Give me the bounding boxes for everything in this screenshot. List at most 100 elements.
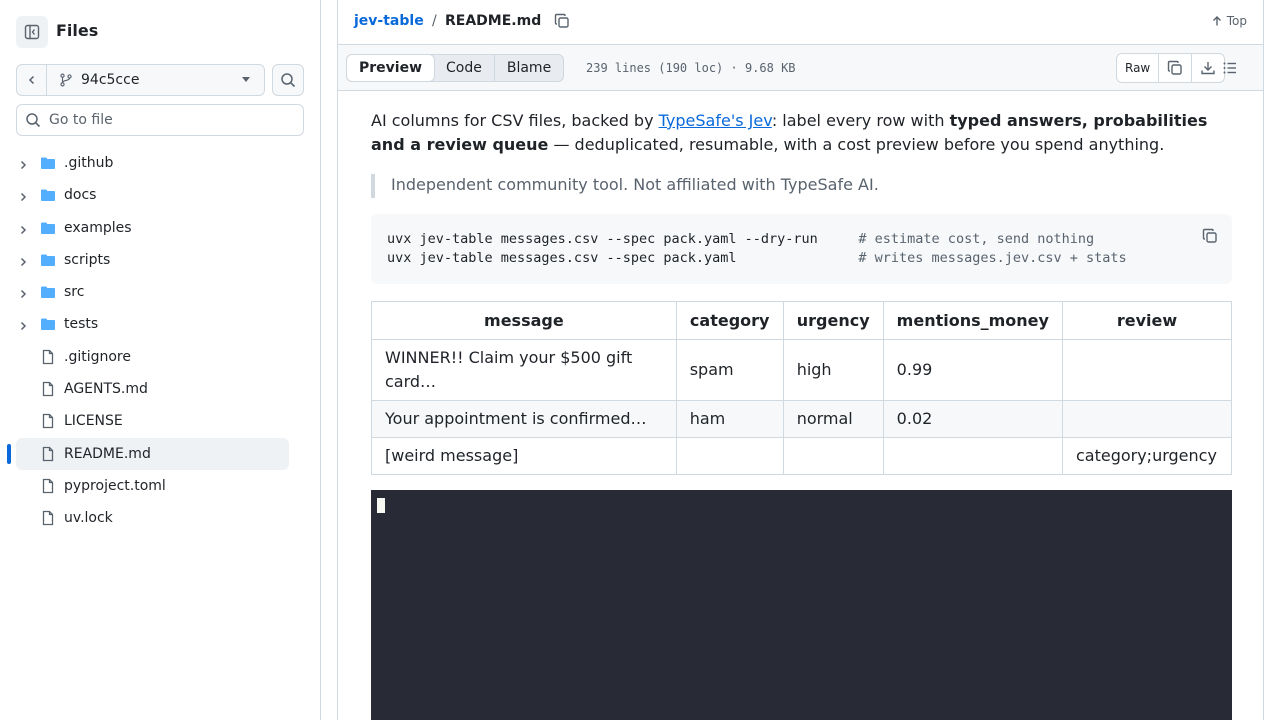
- folder-icon-wrap: [40, 220, 56, 240]
- folder-icon-wrap: [40, 316, 56, 336]
- folder-icon: [41, 254, 55, 266]
- tree-file-gitignore[interactable]: .gitignore: [0, 341, 320, 373]
- tree-item-label: scripts: [64, 251, 111, 268]
- expand-chevron[interactable]: [18, 287, 28, 303]
- file-icon: [42, 478, 54, 494]
- expand-chevron[interactable]: [18, 223, 28, 239]
- code-block: uvx jev-table messages.csv --spec pack.y…: [371, 214, 1232, 284]
- terminal-cursor: [377, 498, 385, 513]
- tree-file-pyproject-toml[interactable]: pyproject.toml: [0, 470, 320, 502]
- git-branch-icon: [60, 73, 72, 87]
- expand-chevron[interactable]: [18, 190, 28, 206]
- breadcrumb-repo-link[interactable]: jev-table: [354, 12, 424, 30]
- tree-file-readme-md[interactable]: README.md: [0, 437, 320, 470]
- table-cell: ham: [675, 400, 784, 438]
- tree-item-label: LICENSE: [64, 413, 123, 430]
- tree-folder-src[interactable]: src: [0, 276, 320, 308]
- go-to-file-input[interactable]: [49, 112, 289, 128]
- top-label: Top: [1226, 14, 1247, 28]
- download-icon: [1201, 62, 1215, 75]
- code-comment: # estimate cost, send nothing: [858, 231, 1095, 247]
- breadcrumb-separator: /: [432, 13, 437, 29]
- search-icon: [26, 113, 41, 128]
- table-cell: [675, 437, 784, 475]
- tree-item-label: .github: [64, 155, 114, 171]
- search-icon: [281, 73, 296, 88]
- file-toolbar: Preview Code Blame 239 lines (190 loc) ·…: [338, 44, 1263, 91]
- tab-blame[interactable]: Blame: [493, 55, 563, 81]
- copy-code-button[interactable]: [1202, 228, 1218, 248]
- chevron-right-icon: [20, 160, 27, 170]
- table-row: WINNER!! Claim your $500 gift card… spam…: [371, 339, 1233, 401]
- tree-folder-examples[interactable]: examples: [0, 212, 320, 244]
- file-icon-wrap: [40, 510, 56, 530]
- table-cell: Your appointment is confirmed…: [371, 400, 677, 438]
- raw-button[interactable]: Raw: [1117, 54, 1158, 82]
- chevron-right-icon: [20, 290, 27, 299]
- file-icon: [42, 446, 54, 461]
- file-actions: Raw: [1116, 53, 1226, 83]
- code-line-1: uvx jev-table messages.csv --spec pack.y…: [387, 231, 1094, 247]
- readme-blockquote: Independent community tool. Not affiliat…: [371, 174, 1232, 198]
- table-cell: 0.99: [882, 339, 1063, 401]
- list-unordered-icon: [1223, 62, 1236, 74]
- column-header: category: [675, 301, 784, 340]
- table-cell: [1061, 339, 1233, 401]
- tree-folder-scripts[interactable]: scripts: [0, 244, 320, 276]
- folder-icon: [41, 189, 55, 202]
- column-header: message: [371, 301, 677, 340]
- typesafe-jev-link[interactable]: TypeSafe's Jev: [659, 111, 772, 130]
- branch-name: 94c5cce: [81, 72, 140, 88]
- example-table: message category urgency mentions_money …: [371, 301, 1233, 475]
- terminal-demo: [371, 490, 1232, 720]
- file-tree-sidebar: Files 94c5cce .github docs examples scripts…: [0, 0, 321, 720]
- collapse-sidebar-button[interactable]: [16, 16, 48, 48]
- table-cell: [782, 437, 884, 475]
- tree-item-label: docs: [64, 187, 97, 204]
- tree-item-label: .gitignore: [64, 348, 131, 365]
- code-command: uvx jev-table messages.csv --spec pack.y…: [387, 250, 859, 266]
- breadcrumb: jev-table / README.md Top: [338, 0, 1263, 44]
- folder-icon-wrap: [40, 252, 56, 272]
- tab-code[interactable]: Code: [434, 55, 494, 81]
- file-icon-wrap: [40, 446, 56, 466]
- table-cell: [weird message]: [371, 437, 677, 475]
- table-cell: [882, 437, 1063, 475]
- search-button[interactable]: [272, 64, 304, 96]
- file-icon-wrap: [40, 381, 56, 401]
- tree-folder-github[interactable]: .github: [0, 147, 320, 179]
- branch-selector[interactable]: 94c5cce: [47, 65, 264, 95]
- tree-folder-tests[interactable]: tests: [0, 308, 320, 340]
- view-mode-tabs: Preview Code Blame: [346, 54, 565, 82]
- outline-button[interactable]: [1222, 60, 1238, 80]
- table-row: [weird message] category;urgency: [371, 437, 1233, 475]
- code-line-2: uvx jev-table messages.csv --spec pack.y…: [387, 250, 1127, 266]
- folder-icon-wrap: [40, 187, 56, 207]
- tree-file-uv-lock[interactable]: uv.lock: [0, 502, 320, 534]
- table-cell: spam: [675, 339, 784, 401]
- tab-preview[interactable]: Preview: [346, 54, 436, 82]
- folder-icon-wrap: [40, 155, 56, 175]
- file-icon-wrap: [40, 349, 56, 369]
- go-to-file-field[interactable]: [16, 104, 304, 136]
- expand-chevron[interactable]: [18, 319, 28, 335]
- file-icon: [42, 381, 54, 397]
- tree-file-agents-md[interactable]: AGENTS.md: [0, 373, 320, 405]
- tree-folder-docs[interactable]: docs: [0, 179, 320, 211]
- expand-chevron[interactable]: [18, 255, 28, 271]
- back-button[interactable]: [17, 65, 47, 95]
- download-button[interactable]: [1191, 54, 1224, 82]
- copy-path-button[interactable]: [554, 13, 570, 33]
- tree-item-label: examples: [64, 219, 132, 236]
- chevron-right-icon: [20, 193, 27, 202]
- chevron-right-icon: [20, 257, 27, 266]
- table-cell: [1061, 400, 1233, 438]
- tree-file-license[interactable]: LICENSE: [0, 405, 320, 437]
- copy-raw-button[interactable]: [1158, 54, 1191, 82]
- folder-icon: [41, 157, 55, 169]
- lead-text-mid: : label every row with: [771, 111, 950, 130]
- chevron-right-icon: [20, 322, 27, 331]
- expand-chevron[interactable]: [18, 158, 28, 174]
- table-cell: high: [782, 339, 884, 401]
- back-to-top-button[interactable]: Top: [1211, 12, 1247, 30]
